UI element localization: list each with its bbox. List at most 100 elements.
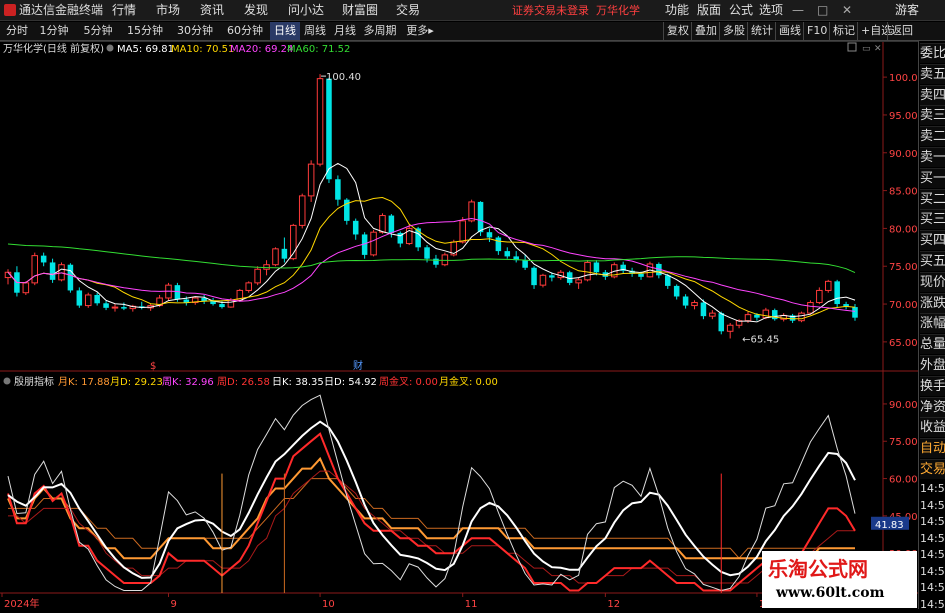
toolbar-btn-8[interactable]: 返回 — [887, 22, 916, 40]
period-tab-7[interactable]: 周线 — [300, 22, 330, 40]
candle[interactable] — [441, 252, 449, 267]
guest-label[interactable]: 游客 — [895, 0, 919, 21]
candle[interactable] — [31, 252, 39, 286]
sidebar-item-17[interactable]: 净资 — [920, 396, 945, 417]
candle[interactable] — [575, 277, 582, 289]
minimize-icon[interactable]: — — [792, 0, 804, 21]
candle[interactable] — [798, 311, 805, 323]
period-tab-0[interactable]: 分时 — [2, 22, 32, 40]
candle[interactable] — [40, 252, 47, 267]
candle[interactable] — [495, 235, 502, 255]
candle[interactable] — [673, 284, 680, 300]
close-chart-icon[interactable]: ✕ — [874, 44, 882, 54]
candle[interactable] — [201, 294, 207, 305]
candle[interactable] — [824, 279, 832, 293]
candle[interactable] — [513, 251, 519, 263]
sidebar-item-14[interactable]: 总量 — [920, 334, 945, 355]
candle[interactable] — [531, 266, 537, 289]
candle[interactable] — [316, 74, 324, 167]
candle[interactable] — [22, 281, 30, 295]
candle[interactable] — [191, 296, 199, 305]
candle[interactable] — [219, 300, 225, 309]
sidebar-item-18[interactable]: 收益 — [920, 417, 945, 438]
login-notice[interactable]: 证券交易未登录 万华化学 — [512, 0, 640, 21]
candle[interactable] — [361, 232, 368, 259]
candle[interactable] — [138, 301, 145, 310]
candle[interactable] — [486, 228, 493, 243]
menu-jiaoyi[interactable]: 交易 — [396, 0, 420, 21]
settings-icon[interactable] — [106, 44, 114, 52]
candle[interactable] — [397, 231, 404, 248]
candle[interactable] — [76, 287, 83, 308]
candle[interactable] — [352, 218, 359, 240]
event-marker-dollar[interactable]: $ — [150, 361, 156, 372]
toolbar-btn-6[interactable]: 标记 — [829, 22, 858, 40]
toolbar-btn-1[interactable]: 叠加 — [691, 22, 720, 40]
candle[interactable] — [290, 223, 297, 261]
sidebar-item-11[interactable]: 现价 — [920, 271, 945, 292]
event-marker-finance[interactable]: 财 — [353, 359, 363, 372]
candle[interactable] — [111, 304, 119, 312]
toolbar-btn-5[interactable]: F10 — [803, 22, 830, 40]
candle[interactable] — [49, 258, 56, 283]
candle[interactable] — [370, 229, 377, 257]
menu-wenxiaoda[interactable]: 问小达 — [288, 0, 324, 21]
candle[interactable] — [344, 198, 350, 225]
candle[interactable] — [843, 301, 849, 310]
candle[interactable] — [834, 279, 840, 308]
candle[interactable] — [14, 266, 20, 297]
sidebar-item-5[interactable]: 卖一 — [920, 147, 945, 167]
period-tab-5[interactable]: 60分钟 — [220, 22, 270, 40]
candle[interactable] — [335, 175, 341, 206]
menu-zixun[interactable]: 资讯 — [200, 0, 224, 21]
menu-gongneng[interactable]: 功能 — [665, 0, 689, 21]
menu-shichang[interactable]: 市场 — [156, 0, 180, 21]
period-tab-10[interactable]: 更多▸ — [400, 22, 440, 40]
candle[interactable] — [94, 292, 100, 306]
sidebar-item-4[interactable]: 卖二 — [920, 126, 945, 147]
sidebar-item-12[interactable]: 涨跌 — [920, 292, 945, 313]
candle[interactable] — [298, 193, 306, 229]
candle[interactable] — [780, 313, 787, 322]
close-icon[interactable]: ✕ — [842, 0, 852, 21]
sidebar-item-20[interactable]: 交易 — [920, 459, 945, 479]
indicator-settings-icon[interactable] — [3, 377, 11, 385]
sidebar-item-0[interactable]: 委比 — [920, 43, 945, 63]
candle[interactable] — [504, 247, 511, 259]
period-tab-8[interactable]: 月线 — [330, 22, 360, 40]
expand-icon[interactable] — [847, 42, 857, 52]
candle[interactable] — [726, 322, 734, 339]
sidebar-item-7[interactable]: 买二 — [920, 188, 945, 209]
candle[interactable] — [620, 261, 626, 274]
candle[interactable] — [254, 266, 261, 286]
candle[interactable] — [682, 294, 689, 309]
candle[interactable] — [709, 310, 716, 320]
candle[interactable] — [539, 273, 547, 288]
candle[interactable] — [281, 237, 288, 263]
candle[interactable] — [67, 263, 74, 293]
candlestick-series[interactable] — [4, 74, 858, 339]
candle[interactable] — [58, 262, 65, 282]
toolbar-btn-3[interactable]: 统计 — [747, 22, 776, 40]
candle[interactable] — [771, 308, 778, 321]
maximize-icon[interactable]: □ — [817, 0, 828, 21]
period-tab-9[interactable]: 多周期 — [360, 22, 400, 40]
toolbar-btn-4[interactable]: 画线 — [775, 22, 804, 40]
candle[interactable] — [656, 262, 662, 279]
sidebar-item-15[interactable]: 外盘 — [920, 355, 945, 375]
sidebar-item-10[interactable]: 买五 — [920, 251, 945, 271]
sidebar-item-8[interactable]: 买三 — [920, 209, 945, 230]
period-tab-2[interactable]: 5分钟 — [76, 22, 120, 40]
candle[interactable] — [103, 301, 109, 311]
sidebar-item-1[interactable]: 卖五 — [920, 63, 945, 84]
menu-caifuquan[interactable]: 财富圈 — [342, 0, 378, 21]
sidebar-item-2[interactable]: 卖四 — [920, 84, 945, 105]
candle[interactable] — [691, 300, 698, 310]
period-tab-6[interactable]: 日线 — [270, 22, 300, 40]
period-tab-3[interactable]: 15分钟 — [120, 22, 170, 40]
menu-hangqing[interactable]: 行情 — [112, 0, 136, 21]
candle[interactable] — [459, 217, 466, 244]
sidebar-item-9[interactable]: 买四 — [920, 230, 945, 251]
sidebar-item-6[interactable]: 买一 — [920, 167, 945, 188]
period-tab-1[interactable]: 1分钟 — [32, 22, 76, 40]
